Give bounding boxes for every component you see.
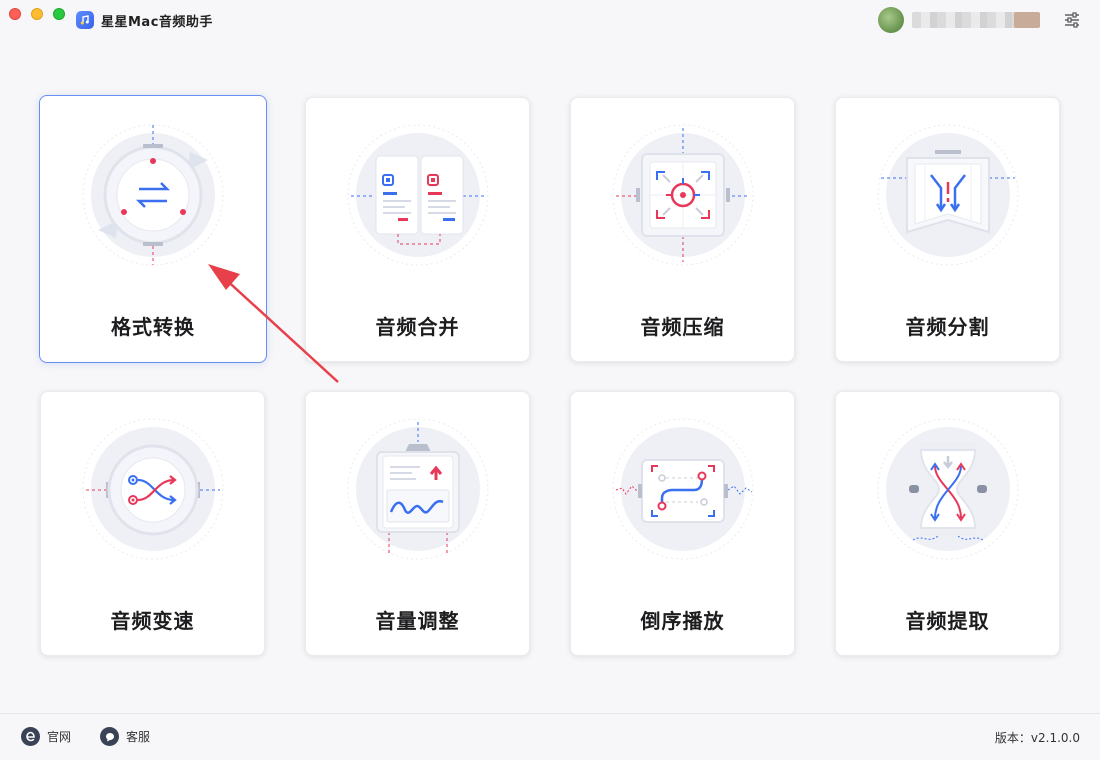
audio-merge-icon <box>343 120 493 270</box>
card-label: 音频变速 <box>110 609 195 633</box>
chat-bubble-icon <box>100 727 119 746</box>
audio-split-icon <box>873 120 1023 270</box>
card-label: 音频压缩 <box>640 315 725 339</box>
audio-extract-icon <box>873 414 1023 564</box>
app-logo-icon <box>76 11 94 29</box>
card-reverse-play[interactable]: 倒序播放 <box>570 391 795 656</box>
version-text: 版本：v2.1.0.0 <box>994 731 1080 745</box>
user-avatar[interactable] <box>878 7 904 33</box>
reverse-play-icon <box>608 414 758 564</box>
card-audio-compress[interactable]: 音频压缩 <box>570 97 795 362</box>
browser-e-icon <box>21 727 40 746</box>
card-label: 音频合并 <box>375 315 460 339</box>
footer-bar: 官网 客服 版本：v2.1.0.0 <box>0 713 1100 760</box>
volume-adjust-icon <box>343 414 493 564</box>
website-label: 官网 <box>47 730 72 744</box>
card-label: 倒序播放 <box>640 609 725 633</box>
card-label: 格式转换 <box>111 315 195 339</box>
card-audio-extract[interactable]: 音频提取 <box>835 391 1060 656</box>
audio-speed-icon <box>78 414 228 564</box>
title-bar: 星星Mac音频助手 <box>0 0 1100 40</box>
card-label: 音频提取 <box>905 609 990 633</box>
card-format-convert[interactable]: 格式转换 <box>39 95 267 363</box>
website-link[interactable]: 官网 <box>21 727 71 746</box>
window-close-button[interactable] <box>9 8 21 20</box>
card-audio-speed[interactable]: 音频变速 <box>40 391 265 656</box>
window-minimize-button[interactable] <box>31 8 43 20</box>
settings-sliders-icon[interactable] <box>1062 10 1082 30</box>
card-label: 音量调整 <box>375 609 460 633</box>
card-audio-merge[interactable]: 音频合并 <box>305 97 530 362</box>
support-link[interactable]: 客服 <box>100 727 150 746</box>
card-audio-split[interactable]: 音频分割 <box>835 97 1060 362</box>
window-maximize-button[interactable] <box>53 8 65 20</box>
card-volume-adjust[interactable]: 音量调整 <box>305 391 530 656</box>
username-redacted[interactable] <box>912 12 1040 28</box>
card-label: 音频分割 <box>905 315 990 339</box>
app-title: 星星Mac音频助手 <box>101 15 213 30</box>
support-label: 客服 <box>126 730 151 744</box>
audio-compress-icon <box>608 120 758 270</box>
format-convert-icon <box>78 120 228 270</box>
